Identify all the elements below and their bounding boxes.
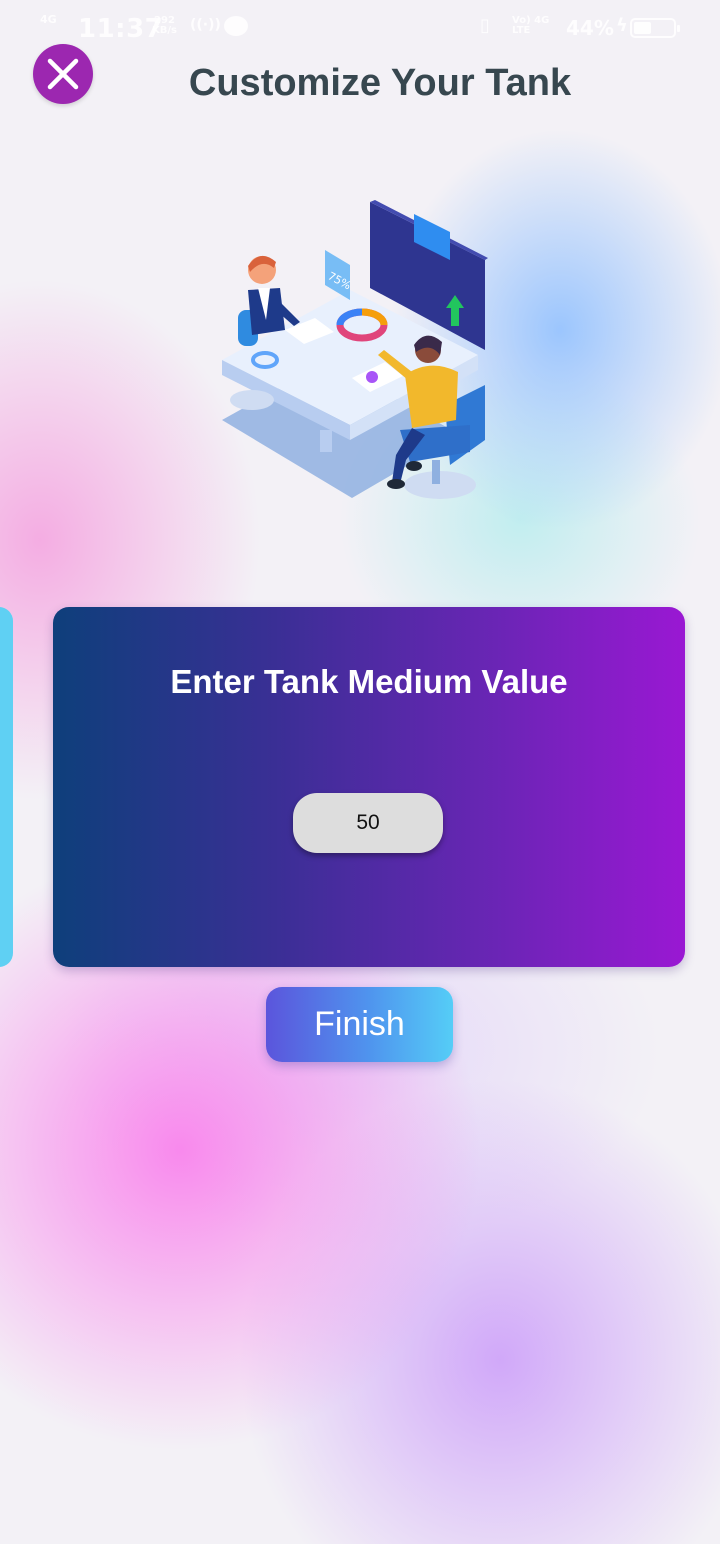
network-speed-unit: KB/s [152,25,177,36]
tank-medium-input[interactable] [293,793,443,853]
business-meeting-illustration: 75% [222,200,488,499]
network-speed: 292 KB/s [152,16,177,36]
status-bar: 4G 11:37 292 KB/s ((·)) ▯ Vo) 4G LTE 44%… [0,0,720,56]
battery-percent: 44% [566,16,614,40]
battery-icon [630,18,680,38]
finish-button[interactable]: Finish [266,987,453,1062]
status-time: 11:37 [78,14,164,44]
card-title: Enter Tank Medium Value [170,663,568,700]
carrier-indicator: Vo) 4G LTE [512,16,549,36]
charging-icon: ϟ [616,15,628,36]
vibrate-icon: ▯ [480,15,490,36]
previous-card-peek[interactable] [0,607,13,967]
tank-medium-card: Enter Tank Medium Value [53,607,685,967]
hotspot-icon: ((·)) [190,17,221,33]
close-icon [47,58,79,90]
battery-fill [634,22,651,34]
carrier-bottom: LTE [512,25,531,36]
network-type: 4G [40,13,57,26]
chat-icon [224,16,248,36]
close-button[interactable] [33,44,93,104]
